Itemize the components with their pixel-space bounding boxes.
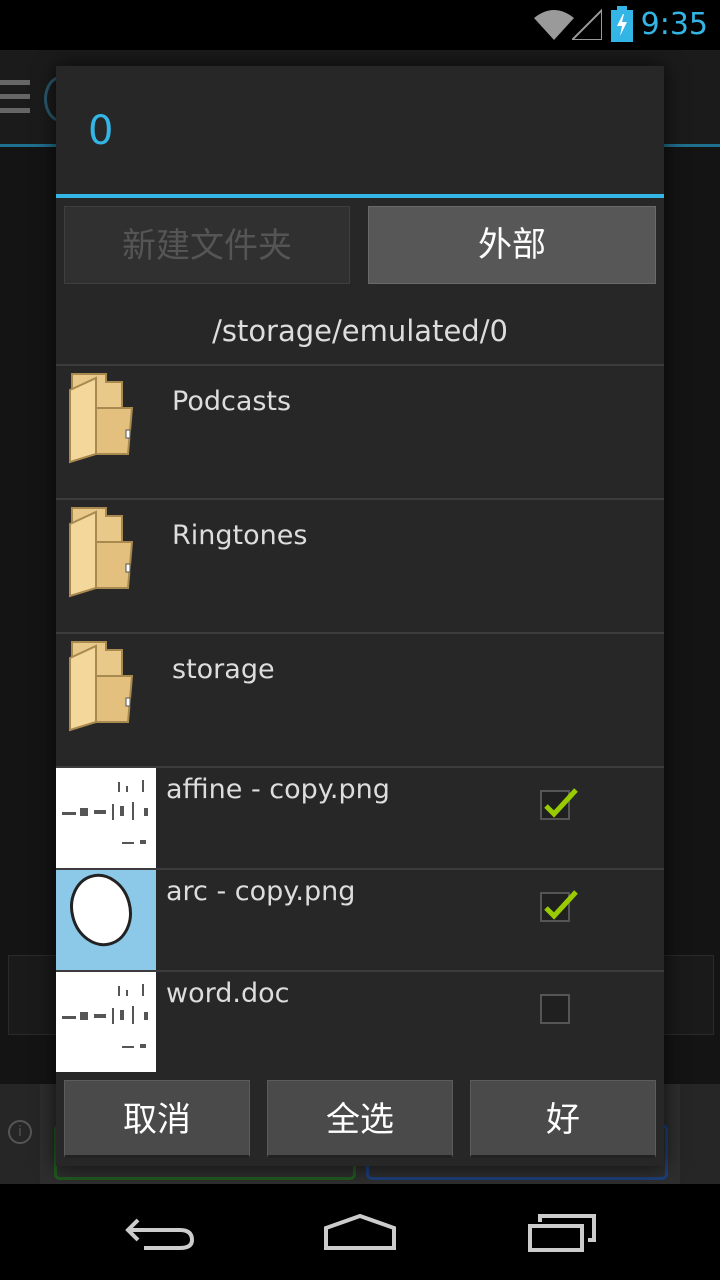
- image-thumbnail: [56, 768, 156, 868]
- status-bar: 9:35: [0, 0, 720, 50]
- battery-charging-icon: [610, 6, 634, 46]
- back-icon[interactable]: [124, 1212, 196, 1256]
- title-divider: [56, 194, 664, 198]
- folder-row-podcasts[interactable]: Podcasts: [56, 366, 664, 500]
- menu-icon: [0, 80, 30, 122]
- current-path: /storage/emulated/0: [212, 314, 508, 348]
- folder-row-storage[interactable]: storage: [56, 634, 664, 768]
- document-thumbnail: [56, 972, 156, 1072]
- folder-name: storage: [172, 654, 275, 685]
- check-icon: [544, 788, 578, 818]
- select-all-button[interactable]: 全选: [267, 1080, 453, 1158]
- file-checkbox[interactable]: [540, 994, 570, 1024]
- file-checkbox[interactable]: [540, 890, 578, 922]
- image-thumbnail: [56, 870, 156, 970]
- file-row-arc[interactable]: arc - copy.png: [56, 870, 664, 972]
- file-name: arc - copy.png: [166, 876, 356, 907]
- file-checkbox[interactable]: [540, 788, 578, 820]
- file-row-word[interactable]: word.doc: [56, 972, 664, 1074]
- folder-icon: [66, 636, 136, 736]
- file-name: word.doc: [166, 978, 290, 1009]
- external-storage-button[interactable]: 外部: [368, 206, 656, 284]
- folder-row-ringtones[interactable]: Ringtones: [56, 500, 664, 634]
- file-picker-dialog: 0 新建文件夹 外部 /storage/emulated/0 Podcasts …: [56, 66, 664, 1166]
- check-icon: [544, 890, 578, 920]
- folder-icon: [66, 502, 136, 602]
- clock: 9:35: [640, 7, 708, 42]
- navigation-bar: [0, 1184, 720, 1280]
- new-folder-button[interactable]: 新建文件夹: [64, 206, 350, 284]
- recent-apps-icon[interactable]: [526, 1212, 598, 1256]
- dialog-title: 0: [88, 108, 114, 154]
- home-icon[interactable]: [322, 1212, 398, 1256]
- folder-icon: [66, 368, 136, 468]
- file-name: affine - copy.png: [166, 774, 390, 805]
- ok-button[interactable]: 好: [470, 1080, 656, 1158]
- wifi-icon: [534, 8, 574, 44]
- cancel-button[interactable]: 取消: [64, 1080, 250, 1158]
- folder-name: Ringtones: [172, 520, 308, 551]
- file-row-affine[interactable]: affine - copy.png: [56, 768, 664, 870]
- signal-icon: [569, 7, 603, 44]
- folder-name: Podcasts: [172, 386, 292, 417]
- info-icon: i: [8, 1120, 32, 1144]
